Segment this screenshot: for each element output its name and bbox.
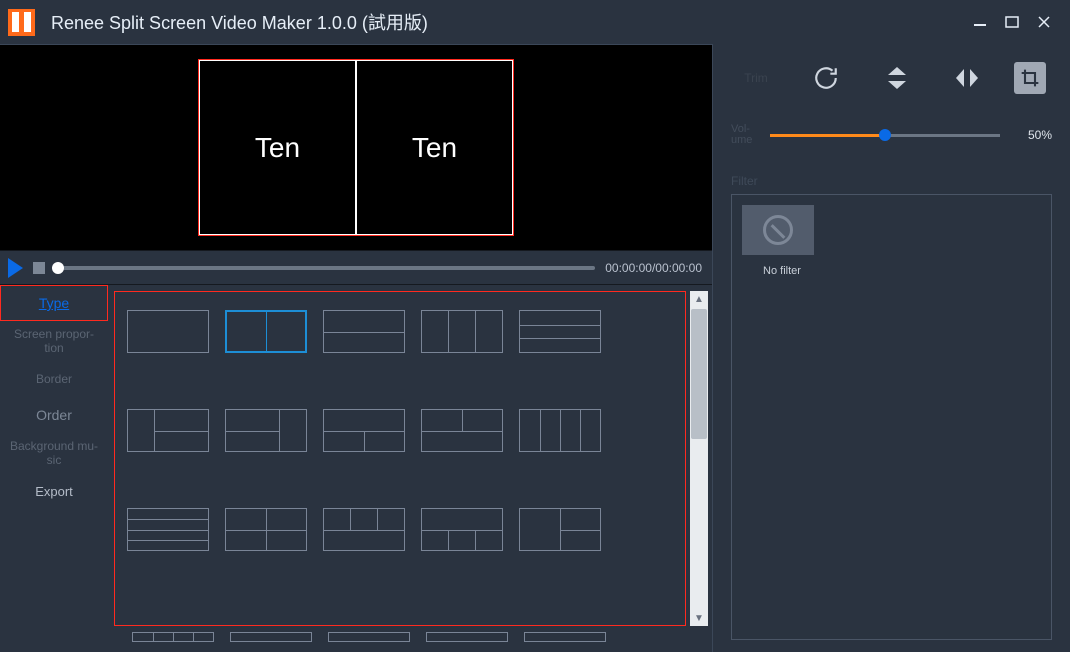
layout-templates: [114, 291, 686, 626]
volume-slider[interactable]: [770, 134, 1000, 137]
layout-split-f[interactable]: [421, 508, 503, 551]
layout-1x1[interactable]: [127, 310, 209, 353]
titlebar: Renee Split Screen Video Maker 1.0.0 (試用…: [0, 0, 1070, 44]
volume-row: Vol- ume 50%: [731, 124, 1052, 146]
layout-4x1[interactable]: [519, 409, 601, 452]
tab-export[interactable]: Export: [0, 473, 108, 509]
tab-background-music[interactable]: Background mu- sic: [0, 433, 108, 473]
flip-horizontal-button[interactable]: [944, 62, 990, 94]
maximize-button[interactable]: [1002, 12, 1022, 32]
app-title: Renee Split Screen Video Maker 1.0.0 (試用…: [51, 9, 428, 35]
left-pane: Ten Ten 00:00:00/00:00:00 Type Screen pr…: [0, 44, 712, 652]
layout-1x3[interactable]: [519, 310, 601, 353]
tab-screen-proportion[interactable]: Screen propor- tion: [0, 321, 108, 361]
tab-border[interactable]: Border: [0, 361, 108, 397]
layout-peek-2[interactable]: [230, 632, 312, 642]
filter-section-label: Filter: [731, 174, 1052, 188]
templates-scrollbar[interactable]: ▲ ▼: [690, 291, 708, 626]
layout-peek-3[interactable]: [328, 632, 410, 642]
crop-button[interactable]: [1014, 62, 1046, 94]
stop-button[interactable]: [33, 262, 45, 274]
preview-area: Ten Ten: [0, 44, 712, 251]
flip-vertical-button[interactable]: [874, 62, 920, 94]
scroll-down-icon[interactable]: ▼: [690, 610, 708, 626]
layout-peek-1[interactable]: [132, 632, 214, 642]
minimize-button[interactable]: [970, 12, 990, 32]
layout-peek-4[interactable]: [426, 632, 508, 642]
layout-3x1[interactable]: [421, 310, 503, 353]
layout-split-a[interactable]: [127, 409, 209, 452]
layout-split-e[interactable]: [323, 508, 405, 551]
preview-frame: Ten Ten: [198, 59, 514, 236]
app-window: Renee Split Screen Video Maker 1.0.0 (試用…: [0, 0, 1070, 652]
layout-peek-5[interactable]: [524, 632, 606, 642]
layout-2x1[interactable]: [225, 310, 307, 353]
play-button[interactable]: [8, 258, 23, 278]
layout-split-c[interactable]: [323, 409, 405, 452]
rotate-button[interactable]: [803, 62, 849, 94]
scroll-thumb[interactable]: [691, 309, 707, 439]
tab-order[interactable]: Order: [0, 397, 108, 433]
scroll-up-icon[interactable]: ▲: [690, 291, 708, 307]
no-filter-icon: [763, 215, 793, 245]
layout-1x2[interactable]: [323, 310, 405, 353]
preview-cell-1[interactable]: Ten: [199, 60, 356, 235]
side-tabs: Type Screen propor- tion Border Order Ba…: [0, 285, 108, 632]
app-logo-icon: [8, 9, 35, 36]
layout-split-d[interactable]: [421, 409, 503, 452]
layout-1x4[interactable]: [127, 508, 209, 551]
transport-bar: 00:00:00/00:00:00: [0, 251, 712, 285]
volume-label: Vol- ume: [731, 124, 752, 146]
no-filter-swatch: [742, 205, 814, 255]
timecode: 00:00:00/00:00:00: [605, 261, 702, 275]
layout-2x2[interactable]: [225, 508, 307, 551]
close-button[interactable]: [1034, 12, 1054, 32]
timeline-track[interactable]: [55, 266, 595, 270]
filter-none[interactable]: No filter: [742, 205, 822, 279]
trim-button[interactable]: Trim: [733, 62, 779, 94]
volume-value: 50%: [1018, 128, 1052, 142]
layout-split-b[interactable]: [225, 409, 307, 452]
tab-type[interactable]: Type: [0, 285, 108, 321]
filter-panel: No filter: [731, 194, 1052, 640]
right-panel: Trim Vol- ume: [712, 44, 1070, 652]
volume-thumb[interactable]: [879, 129, 891, 141]
volume-fill: [770, 134, 885, 137]
filter-label-none: No filter: [763, 265, 801, 277]
layout-split-g[interactable]: [519, 508, 601, 551]
preview-cell-2[interactable]: Ten: [356, 60, 513, 235]
